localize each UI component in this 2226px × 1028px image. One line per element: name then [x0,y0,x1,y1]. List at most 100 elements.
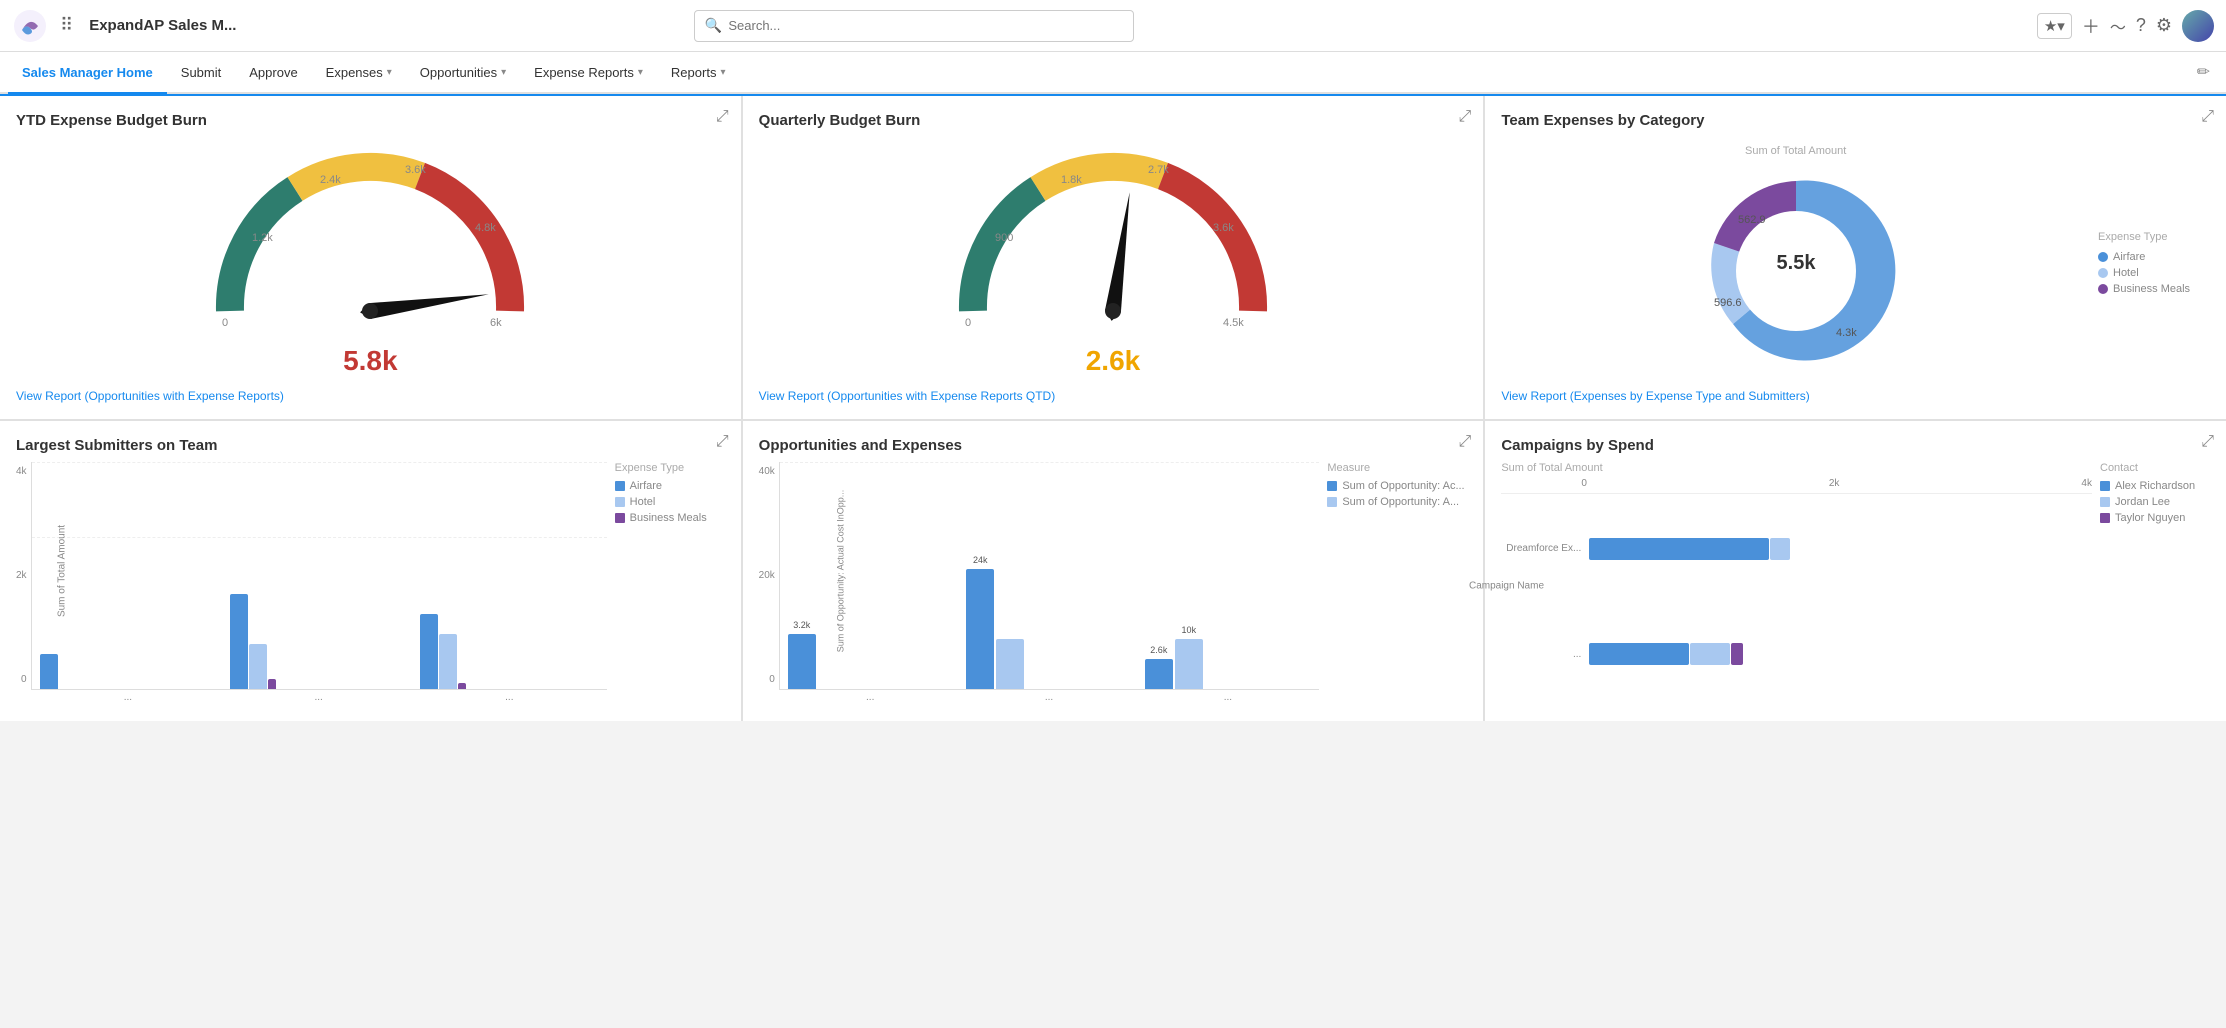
opp-x-labels: ... ... ... [779,690,1320,705]
bar-2-meals [268,679,276,689]
help-icon[interactable]: ? [2136,15,2146,36]
widget-campaigns-header: Campaigns by Spend ⤢ [1501,437,2210,462]
widget-submitters-expand[interactable]: ⤢ [716,433,729,451]
campaign-label-1: Dreamforce Ex... [1501,543,1581,554]
campaigns-legend: Contact Alex Richardson Jordan Lee Taylo… [2100,462,2210,705]
tab-submit[interactable]: Submit [167,52,235,94]
donut-chart: 5.5k 4.3k 596.6 562.9 [1686,161,1906,381]
svg-text:3.6k: 3.6k [405,164,426,176]
opp-bar-2b [996,639,1024,689]
search-icon: 🔍 [705,17,722,34]
campaigns-y-label: Campaign Name [1469,581,1544,592]
submitters-y-axis-label: Sum of Total Amount [57,525,68,617]
tab-reports[interactable]: Reports ▾ [657,52,740,94]
bar-2-hotel [249,644,267,689]
widget-team-expenses-header: Team Expenses by Category ⤢ [1501,112,2210,137]
widget-quarterly: Quarterly Budget Burn ⤢ 0 900 1.8k 2.7k … [743,96,1484,419]
campaigns-bars-area-2: ... [1501,604,2092,706]
bars-area [31,462,607,690]
favorites-icon[interactable]: ★▾ [2037,13,2072,39]
campaigns-subtitle: Sum of Total Amount [1501,462,2092,474]
widget-submitters-title: Largest Submitters on Team [16,437,217,454]
widget-campaigns: Campaigns by Spend ⤢ Sum of Total Amount… [1485,421,2226,721]
top-bar: ⠿ ExpandAP Sales M... 🔍 ★▾ ＋ 〜 ? ⚙ [0,0,2226,52]
user-avatar[interactable] [2182,10,2214,42]
widget-quarterly-title: Quarterly Budget Burn [759,112,921,129]
donut-subtitle: Sum of Total Amount [1745,145,1846,157]
legend-airfare: Airfare [2098,251,2210,263]
edit-dashboard-icon[interactable]: ✏ [2189,62,2218,82]
opportunities-caret: ▾ [501,67,506,78]
grid-icon[interactable]: ⠿ [60,15,73,36]
widget-ytd-expand[interactable]: ⤢ [716,108,729,126]
y-axis: 4k 2k 0 [16,462,27,705]
legend-meals: Business Meals [2098,283,2210,295]
widget-quarterly-expand[interactable]: ⤢ [1459,108,1472,126]
opp-bar-group-3: 2.6k 10k [1145,639,1312,689]
svg-text:3.6k: 3.6k [1213,222,1234,234]
app-logo[interactable] [12,8,48,44]
campaigns-bars-area: Dreamforce Ex... [1501,494,2092,604]
tab-opportunities[interactable]: Opportunities ▾ [406,52,520,94]
bar-group-1 [40,654,218,689]
bar-1-airfare [40,654,58,689]
campaign-bar-1-jordan [1770,538,1790,560]
legend-airfare-dot [2098,252,2108,262]
svg-text:562.9: 562.9 [1738,214,1766,226]
donut-section: Sum of Total Amount 5.5k 4.3k [1501,137,2210,381]
gauge-ytd-value: 5.8k [343,345,398,377]
svg-text:2.7k: 2.7k [1148,164,1169,176]
donut-legend: Expense Type Airfare Hotel Business Meal… [2090,231,2210,295]
campaigns-x-labels: 0 2k 4k [1501,478,2092,494]
gauge-ytd-svg: 0 1.2k 2.4k 3.6k 4.8k 6k [200,141,540,341]
wave-icon[interactable]: 〜 [2110,14,2126,38]
widget-campaigns-expand[interactable]: ⤢ [2201,433,2214,451]
legend-submitters-meals: Business Meals [615,512,725,524]
opp-bars: 3.2k 24k 2.6k [779,462,1320,690]
widget-team-expenses-expand[interactable]: ⤢ [2201,108,2214,126]
donut-svg: 5.5k 4.3k 596.6 562.9 [1686,161,1906,381]
legend-opp-2: Sum of Opportunity: A... [1327,496,1467,508]
opp-y-axis-label: Sum of Opportunity: Actual Cost InOpp... [835,490,845,653]
tab-expense-reports[interactable]: Expense Reports ▾ [520,52,657,94]
svg-text:5.5k: 5.5k [1776,252,1816,274]
widget-campaigns-title: Campaigns by Spend [1501,437,1654,454]
svg-text:0: 0 [222,317,228,329]
svg-text:596.6: 596.6 [1714,297,1742,309]
legend-campaigns-alex: Alex Richardson [2100,480,2210,492]
legend-opp-1: Sum of Opportunity: Ac... [1327,480,1467,492]
legend-campaigns-jordan: Jordan Lee [2100,496,2210,508]
settings-icon[interactable]: ⚙ [2156,15,2172,36]
bar-group-3 [420,614,598,689]
search-bar: 🔍 [694,10,1134,42]
reports-caret: ▾ [720,67,725,78]
opp-y-axis: 40k 20k 0 [759,462,775,705]
legend-hotel-dot [2098,268,2108,278]
dashboard: YTD Expense Budget Burn ⤢ 0 1.2k 2.4k 3.… [0,94,2226,721]
gauge-quarterly-svg: 0 900 1.8k 2.7k 3.6k 4.5k [943,141,1283,341]
opp-bar-group-2: 24k [966,569,1133,689]
tab-expenses[interactable]: Expenses ▾ [312,52,406,94]
add-icon[interactable]: ＋ [2082,13,2100,39]
opp-bar-group-1: 3.2k [788,634,955,689]
svg-text:4.8k: 4.8k [475,222,496,234]
ytd-view-report-link[interactable]: View Report (Opportunities with Expense … [16,381,725,403]
widget-opportunities-expand[interactable]: ⤢ [1459,433,1472,451]
svg-text:1.2k: 1.2k [252,232,273,244]
gauge-quarterly: 0 900 1.8k 2.7k 3.6k 4.5k 2.6k [759,137,1468,381]
tab-sales-manager-home[interactable]: Sales Manager Home [8,52,167,94]
top-right-icons: ★▾ ＋ 〜 ? ⚙ [2037,10,2214,42]
widget-team-expenses: Team Expenses by Category ⤢ Sum of Total… [1485,96,2226,419]
widget-submitters: Largest Submitters on Team ⤢ 4k 2k 0 [0,421,741,721]
legend-campaigns-taylor: Taylor Nguyen [2100,512,2210,524]
expense-reports-caret: ▾ [638,67,643,78]
svg-text:6k: 6k [490,317,502,329]
widget-ytd-title: YTD Expense Budget Burn [16,112,207,129]
svg-text:4.5k: 4.5k [1223,317,1244,329]
quarterly-view-report-link[interactable]: View Report (Opportunities with Expense … [759,381,1468,403]
svg-text:900: 900 [995,232,1013,244]
team-expenses-view-report-link[interactable]: View Report (Expenses by Expense Type an… [1501,381,2210,403]
search-input[interactable] [728,18,1123,33]
widget-quarterly-header: Quarterly Budget Burn ⤢ [759,112,1468,137]
tab-approve[interactable]: Approve [235,52,311,94]
